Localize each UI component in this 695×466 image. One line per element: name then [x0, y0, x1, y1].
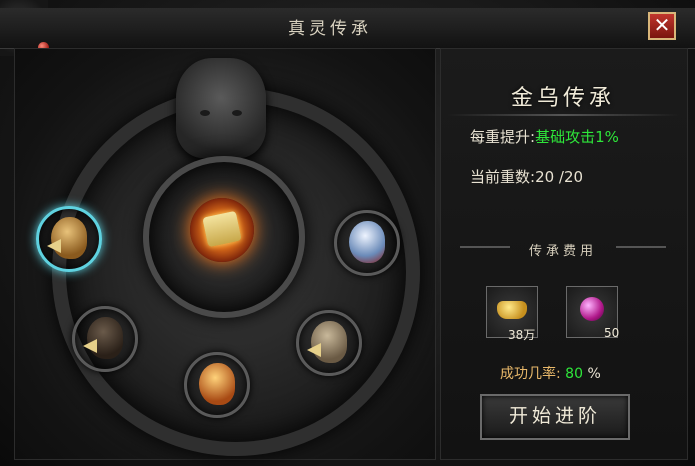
success-rate-label: 成功几率: — [500, 366, 561, 382]
dragon-eye — [200, 110, 210, 116]
per-level-value: 基础攻击1% — [535, 128, 619, 146]
bird-slot-dark-eagle[interactable] — [72, 306, 138, 372]
bird-slot-flame-bird[interactable] — [184, 352, 250, 418]
flame-bird-icon — [199, 363, 235, 405]
current-level-label: 当前重数: — [470, 168, 536, 186]
dragon-eye — [232, 110, 242, 116]
dragon-head-icon — [176, 58, 266, 158]
inheritance-name: 金乌传承 — [510, 86, 615, 111]
white-phoenix-icon — [349, 221, 385, 263]
per-level-label: 每重提升: — [470, 128, 536, 146]
current-level-stat: 当前重数:20 /20 — [470, 166, 583, 187]
start-advance-button[interactable]: 开始进阶 — [480, 394, 630, 440]
cost-title: 传承费用 — [528, 244, 597, 259]
close-button[interactable]: ✕ — [648, 12, 676, 40]
cost-divider-right — [616, 246, 666, 248]
beak — [47, 239, 61, 253]
current-level-value: 20 /20 — [535, 168, 584, 186]
bird-slot-white-phoenix[interactable] — [334, 210, 400, 276]
bird-slot-golden-eagle[interactable] — [36, 206, 102, 272]
bird-slot-grey-hawk[interactable] — [296, 310, 362, 376]
gold-count: 38万 — [508, 328, 536, 342]
beak — [83, 339, 97, 353]
gold-ingot-icon — [497, 301, 527, 319]
per-level-stat: 每重提升:基础攻击1% — [470, 126, 619, 147]
divider — [446, 114, 680, 116]
success-rate-value: 80 — [565, 366, 583, 382]
success-rate-unit: % — [587, 366, 601, 382]
window-title: 真灵传承 — [288, 19, 372, 39]
purple-gem-icon — [580, 297, 604, 321]
beak — [307, 343, 321, 357]
gem-count: 50 — [604, 326, 620, 340]
success-rate: 成功几率: 80 % — [500, 363, 601, 383]
